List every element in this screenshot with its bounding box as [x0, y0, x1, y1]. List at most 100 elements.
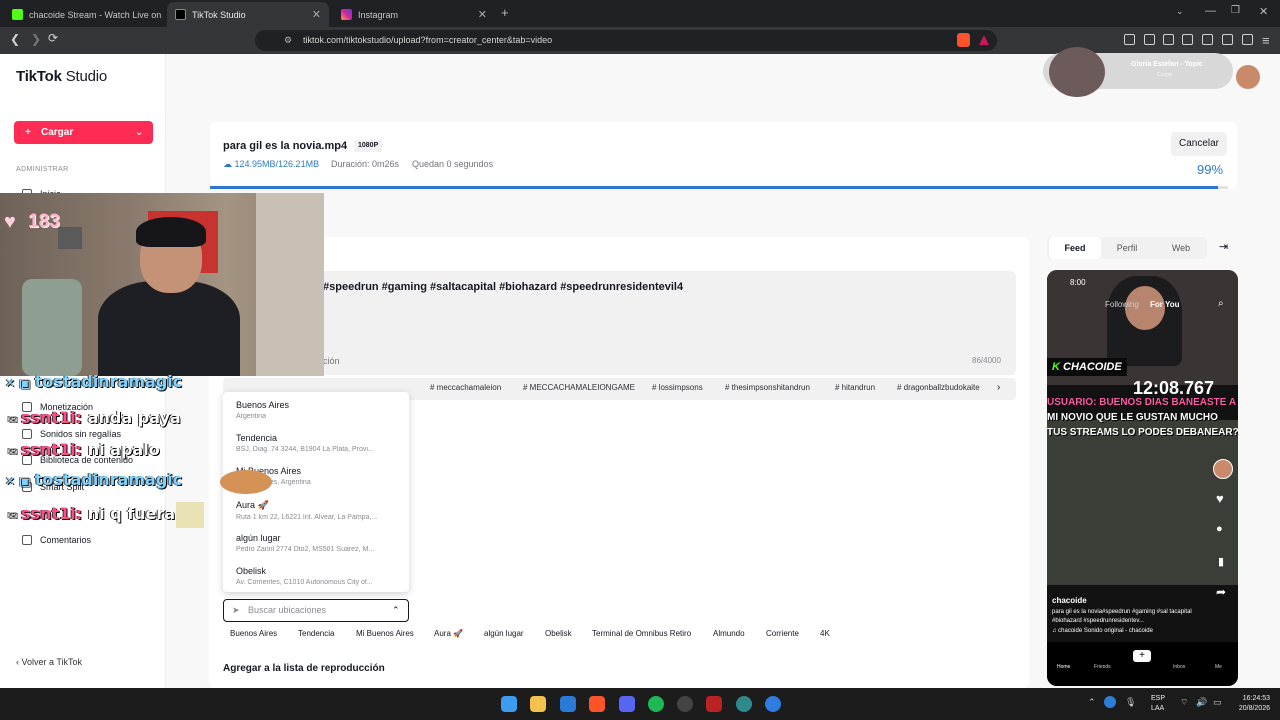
back-icon[interactable]: ❮ — [10, 32, 20, 46]
hashtag-chip[interactable]: # hitandrun — [835, 383, 875, 396]
creator-avatar[interactable] — [1213, 459, 1233, 479]
location-option[interactable]: Tendencia BSJ, Diag. 74 3244, B1904 La P… — [236, 433, 401, 453]
hair — [136, 217, 206, 247]
location-chip[interactable]: Obelisk — [545, 629, 572, 642]
hashtag-chip[interactable]: # dragonballzbudokaite — [897, 383, 992, 396]
chevron-right-icon[interactable]: › — [997, 382, 1000, 393]
nav-create-button[interactable]: + — [1133, 650, 1151, 662]
tab-tiktok-studio[interactable]: TikTok Studio ✕ — [167, 2, 329, 27]
location-option[interactable]: Aura 🚀 Ruta 1 km 22, L6221 Int. Alvear, … — [236, 500, 401, 521]
spotify-icon[interactable] — [648, 696, 664, 712]
maximize-icon[interactable]: ❐ — [1231, 5, 1240, 16]
globe-icon[interactable] — [736, 696, 752, 712]
language-indicator[interactable]: ESP LAA — [1151, 694, 1165, 714]
following-tab[interactable]: Following — [1105, 300, 1139, 309]
chevron-up-icon[interactable]: ⌃ — [392, 600, 400, 621]
tab-instagram[interactable]: Instagram ✕ — [333, 2, 495, 27]
leo-icon[interactable] — [1222, 34, 1233, 45]
location-address: Argentina — [236, 413, 266, 420]
bing-icon[interactable] — [560, 696, 576, 712]
vpn-icon[interactable] — [1242, 34, 1253, 45]
location-option[interactable]: Obelisk Av. Corrientes, C1010 Autonomous… — [236, 566, 401, 586]
location-chip[interactable]: Tendencia — [298, 629, 334, 642]
tab-search-icon[interactable]: ⌄ — [1176, 6, 1184, 17]
obs-icon[interactable] — [677, 696, 693, 712]
location-chip[interactable]: Corriente — [766, 629, 799, 642]
brave-shields-icon[interactable] — [957, 33, 970, 47]
tray-chevron-icon[interactable]: ⌃ — [1088, 697, 1096, 708]
start-icon[interactable] — [501, 696, 517, 712]
location-chip[interactable]: Buenos Aires — [230, 629, 277, 642]
upload-button[interactable]: + Cargar ⌄ — [14, 121, 153, 144]
tray-mic-icon[interactable]: 🎙 — [1125, 697, 1136, 708]
exit-preview-icon[interactable]: ⇥ — [1219, 240, 1228, 253]
back-to-tiktok-link[interactable]: ‹ Volver a TikTok — [16, 657, 82, 667]
sidebar-icon[interactable] — [1182, 34, 1193, 45]
discord-icon[interactable] — [619, 696, 635, 712]
close-tab-icon[interactable]: ✕ — [478, 8, 487, 21]
chat-badge-icon: ✕ ▣ — [5, 376, 35, 390]
location-chip[interactable]: Terminal de Omnibus Retiro — [592, 629, 691, 642]
comment-bubble-icon[interactable]: ● — [1216, 523, 1223, 535]
tab-web[interactable]: Web — [1155, 237, 1207, 259]
nav-friends[interactable]: Friends — [1094, 664, 1111, 670]
location-option[interactable]: Buenos Aires Argentina — [236, 400, 401, 420]
nav-inbox[interactable]: Inbox — [1173, 664, 1185, 670]
wallet-icon[interactable] — [1202, 34, 1213, 45]
media-player-widget[interactable]: Gloria Estefan - Topic Conga — [1043, 47, 1233, 97]
download-icon[interactable] — [1144, 34, 1155, 45]
volume-icon[interactable]: 🔊 — [1196, 697, 1207, 708]
close-tab-icon[interactable]: ✕ — [312, 8, 321, 21]
hashtag-chip[interactable]: # lossimpsons — [652, 383, 703, 396]
location-chip[interactable]: Almundo — [713, 629, 745, 642]
for-you-tab[interactable]: For You — [1150, 300, 1179, 309]
location-chip[interactable]: algún lugar — [484, 629, 524, 642]
brave-rewards-icon[interactable] — [979, 35, 989, 45]
brave-icon[interactable] — [589, 696, 605, 712]
new-tab-icon[interactable]: + — [501, 5, 509, 20]
location-chip[interactable]: 4K — [820, 629, 830, 642]
extension-icon[interactable] — [1124, 34, 1135, 45]
ccleaner-icon[interactable] — [765, 696, 781, 712]
bookmark-icon[interactable]: ▮ — [1218, 555, 1224, 568]
hashtag-chip[interactable]: # thesimpsonshitandrun — [725, 383, 810, 396]
nav-home[interactable]: Home — [1057, 664, 1070, 670]
hashtag-chip[interactable]: # MECCACHAMALEIONGAME — [523, 383, 635, 396]
menu-icon[interactable]: ≡ — [1262, 33, 1270, 48]
location-search-input[interactable]: ➤ Buscar ubicaciones ⌃ — [223, 599, 409, 622]
location-chip[interactable]: Aura 🚀 — [434, 629, 463, 642]
description-hashtags: #speedrun #gaming #saltacapital #biohaza… — [323, 281, 684, 293]
forward-icon[interactable]: ❯ — [31, 32, 41, 46]
tiktok-studio-logo[interactable]: TikTok Studio — [16, 68, 107, 85]
site-info-icon[interactable]: ⚙ — [284, 35, 292, 46]
hashtag-chip[interactable]: # meccachamaleion — [430, 383, 501, 396]
share-icon[interactable]: ➦ — [1216, 585, 1226, 599]
chat-user: tostadinramagic — [34, 372, 183, 391]
chat-message: anda paya — [87, 408, 181, 427]
sidebar-item-comentarios[interactable]: Comentarios — [22, 535, 91, 545]
file-explorer-icon[interactable] — [530, 696, 546, 712]
tab-perfil[interactable]: Perfil — [1101, 237, 1153, 259]
reload-icon[interactable]: ⟳ — [48, 31, 58, 45]
clock[interactable]: 16:24:53 20/8/2026 — [1230, 694, 1270, 714]
address-bar[interactable]: tiktok.com/tiktokstudio/upload?from=crea… — [255, 30, 997, 51]
minimize-icon[interactable]: — — [1205, 5, 1216, 17]
nav-me[interactable]: Me — [1215, 664, 1222, 670]
app-icon[interactable] — [706, 696, 722, 712]
search-icon[interactable]: ⌕ — [1218, 298, 1224, 309]
location-option[interactable]: algún lugar Pedro Zanni 2774 Dto2, MS501… — [236, 533, 401, 553]
tray-app-icon[interactable] — [1104, 696, 1116, 708]
history-icon[interactable] — [1163, 34, 1174, 45]
comment-icon — [22, 535, 32, 545]
tab-feed[interactable]: Feed — [1049, 237, 1101, 259]
location-chip[interactable]: Mi Buenos Aires — [356, 629, 414, 642]
battery-icon[interactable]: ▭ — [1213, 697, 1222, 708]
sidebar-item-sonidos[interactable]: Sonidos sin regalías — [22, 429, 121, 439]
avatar[interactable] — [1236, 65, 1260, 89]
kick-mark: K — [1052, 361, 1063, 373]
heart-icon[interactable]: ♥ — [1216, 491, 1224, 506]
tab-kick[interactable]: chacoide Stream - Watch Live on — [4, 2, 162, 27]
close-window-icon[interactable]: ✕ — [1259, 5, 1268, 18]
cancel-button[interactable]: Cancelar — [1171, 132, 1227, 156]
wifi-icon[interactable]: ⌔ — [1180, 697, 1188, 708]
